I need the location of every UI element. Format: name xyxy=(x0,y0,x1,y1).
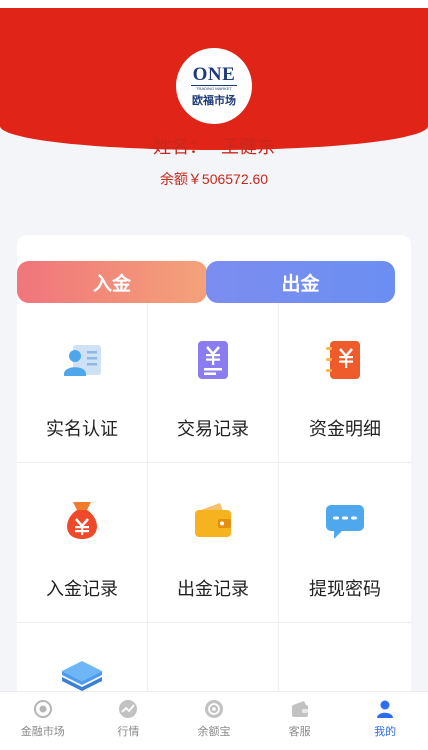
wallet-book-icon xyxy=(326,341,360,379)
menu-item-withdraw-records[interactable]: 出金记录 xyxy=(148,463,279,623)
tab-label: 余额宝 xyxy=(197,726,231,738)
menu-grid: 实名认证 交易记录 资金明细 入金记录 出金记录 提现密码 xyxy=(17,303,411,750)
withdraw-button[interactable]: 出金 xyxy=(206,261,395,303)
tab-balance-treasure[interactable]: 余额宝 xyxy=(171,692,257,750)
tab-mine[interactable]: 我的 xyxy=(342,692,428,750)
menu-item-label: 提现密码 xyxy=(309,579,381,599)
tab-label: 金融市场 xyxy=(20,726,65,738)
menu-item-label: 交易记录 xyxy=(177,419,249,439)
user-name: 王健东 xyxy=(221,137,275,157)
balance-treasure-icon xyxy=(204,700,223,718)
bottom-tab-bar: 金融市场 行情 余额宝 客服 我的 xyxy=(0,691,428,750)
menu-item-real-name-verify[interactable]: 实名认证 xyxy=(17,303,148,463)
tab-label: 客服 xyxy=(288,726,311,738)
menu-item-label: 入金记录 xyxy=(46,579,118,599)
receipt-icon xyxy=(198,341,228,379)
tab-financial-market[interactable]: 金融市场 xyxy=(0,692,86,750)
tab-label: 我的 xyxy=(374,726,397,738)
tab-customer-service[interactable]: 客服 xyxy=(257,692,343,750)
logo-main-text: ONE xyxy=(190,64,238,86)
balance-text: 余额￥506572.60 xyxy=(159,171,269,187)
user-name-line: 姓名： 王健东 xyxy=(0,133,428,159)
money-bag-icon xyxy=(67,502,97,539)
menu-item-label: 出金记录 xyxy=(177,579,249,599)
brand-logo: ONE TRADING MARKET 欧福市场 xyxy=(176,48,252,124)
user-icon xyxy=(377,700,394,718)
status-strip xyxy=(0,0,428,8)
service-icon xyxy=(291,701,308,717)
id-card-icon xyxy=(64,345,101,376)
trend-icon xyxy=(119,700,138,718)
menu-item-deposit-records[interactable]: 入金记录 xyxy=(17,463,148,623)
account-menu-card: 入金 出金 实名认证 交易记录 资金明细 入金记录 出金记录 提现密码 xyxy=(17,235,411,750)
tab-label: 行情 xyxy=(117,726,140,738)
fund-action-row: 入金 出金 xyxy=(17,261,411,303)
deposit-button[interactable]: 入金 xyxy=(17,261,207,303)
menu-item-label: 资金明细 xyxy=(309,419,381,439)
logo-sub-text: 欧福市场 xyxy=(192,95,236,107)
tab-quotes[interactable]: 行情 xyxy=(86,692,172,750)
menu-item-fund-details[interactable]: 资金明细 xyxy=(279,303,411,463)
name-label: 姓名： xyxy=(153,137,207,157)
market-icon xyxy=(33,700,52,718)
menu-item-withdraw-password[interactable]: 提现密码 xyxy=(279,463,411,623)
menu-item-label: 实名认证 xyxy=(46,419,118,439)
wallet-icon xyxy=(195,503,231,537)
menu-item-trade-records[interactable]: 交易记录 xyxy=(148,303,279,463)
chat-password-icon xyxy=(326,505,364,539)
logo-tagline: TRADING MARKET xyxy=(196,86,232,91)
